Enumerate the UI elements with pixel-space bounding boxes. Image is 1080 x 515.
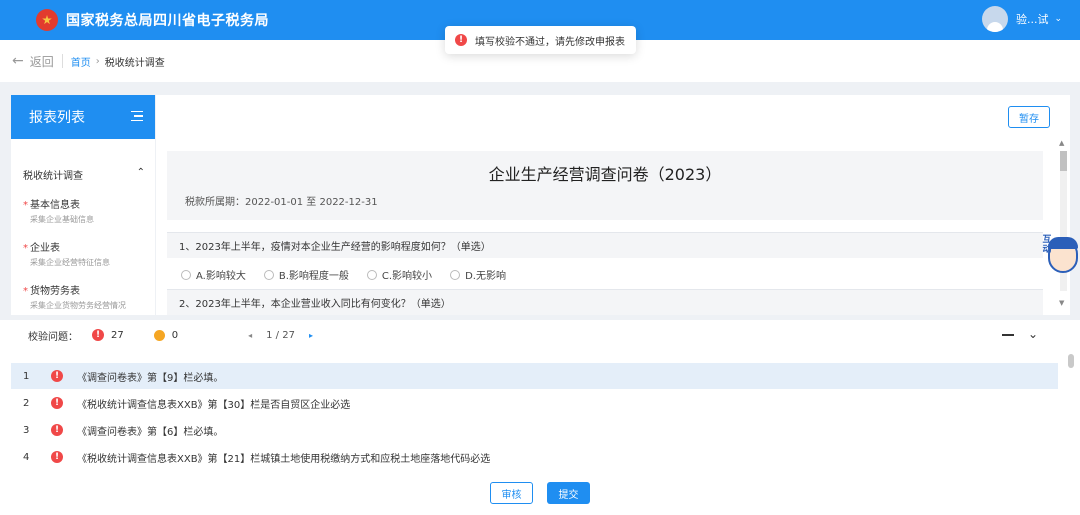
error-toast: ! 填写校验不通过，请先修改申报表 [445, 26, 636, 54]
validation-row[interactable]: 2 ! 《税收统计调查信息表XXB》第【30】栏是否自贸区企业必选 [11, 390, 1058, 416]
user-menu[interactable]: 验...试 ⌄ [981, 6, 1062, 32]
row-message[interactable]: 《调查问卷表》第【9】栏必填。 [77, 369, 223, 384]
sidebar-group-label[interactable]: 税收统计调查 [23, 167, 83, 182]
error-icon: ! [455, 34, 467, 46]
row-message[interactable]: 《税收统计调查信息表XXB》第【30】栏是否自贸区企业必选 [77, 396, 350, 411]
sidebar-item-desc: 采集企业基础信息 [30, 215, 94, 224]
back-label[interactable]: 返回 [30, 53, 54, 70]
option-c[interactable]: C.影响较小 [366, 267, 432, 282]
questionnaire-title: 企业生产经营调查问卷（2023） [488, 165, 722, 184]
radio-button[interactable] [263, 269, 274, 280]
scroll-up-icon[interactable]: ▲ [1059, 139, 1064, 147]
mascot-label[interactable]: 互动 [1040, 235, 1054, 255]
menu-collapse-icon[interactable] [131, 111, 143, 121]
breadcrumb-separator: › [95, 55, 100, 67]
radio-button[interactable] [450, 269, 461, 280]
required-mark: * [23, 200, 28, 211]
question-2: 2、2023年上半年，本企业营业收入同比有何变化？（单选） [167, 289, 1043, 315]
chevron-down-icon[interactable]: ⌄ [1054, 14, 1062, 24]
row-number: 4 [23, 451, 30, 463]
save-draft-button[interactable]: 暂存 [1008, 106, 1050, 128]
submit-button[interactable]: 提交 [547, 482, 590, 504]
required-mark: * [23, 243, 28, 254]
sidebar-title: 报表列表 [29, 110, 85, 126]
sidebar-item-desc: 采集企业经营特征信息 [30, 258, 110, 267]
prev-page-icon[interactable]: ◂ [248, 331, 252, 340]
warning-icon [153, 329, 165, 341]
sidebar-item-desc: 采集企业货物劳务经营情况 [30, 301, 126, 310]
tax-period: 税款所属期：2022-01-01 至 2022-12-31 [185, 197, 378, 208]
sidebar-item-goods-labor[interactable]: * 货物劳务表 采集企业货物劳务经营情况 [11, 282, 155, 311]
avatar-icon[interactable] [981, 6, 1008, 32]
validation-toolbar: 校验问题： ! 27 0 ◂ 1 / 27 ▸ ⌄ [0, 320, 1080, 350]
questionnaire-header: 企业生产经营调查问卷（2023） 税款所属期：2022-01-01 至 2022… [167, 151, 1043, 220]
required-mark: * [23, 286, 28, 297]
chevron-up-icon[interactable]: ⌃ [137, 167, 145, 182]
error-icon: ! [51, 397, 63, 409]
scroll-thumb[interactable] [1060, 151, 1067, 171]
list-scrollbar[interactable] [1068, 354, 1074, 368]
error-icon: ! [51, 451, 63, 463]
site-title: 国家税务总局四川省电子税务局 [66, 13, 269, 29]
error-count[interactable]: ! 27 [92, 329, 124, 341]
row-number: 3 [23, 424, 30, 436]
row-number: 1 [23, 370, 30, 382]
error-icon: ! [51, 370, 63, 382]
radio-button[interactable] [181, 269, 191, 280]
questionnaire-panel: 暂存 企业生产经营调查问卷（2023） 税款所属期：2022-01-01 至 2… [156, 95, 1070, 315]
sidebar-group-tax-survey[interactable]: 税收统计调查 ⌃ [11, 167, 155, 182]
username[interactable]: 验...试 [1016, 11, 1049, 27]
next-page-icon[interactable]: ▸ [309, 331, 313, 340]
breadcrumb-home-link[interactable]: 首页 [71, 54, 91, 69]
page-indicator: 1 / 27 [266, 329, 295, 341]
row-number: 2 [23, 397, 30, 409]
sidebar-item-label[interactable]: 货物劳务表 [30, 286, 80, 297]
error-icon: ! [92, 329, 104, 341]
arrow-left-icon[interactable]: ← [12, 53, 24, 69]
validation-pager: ◂ 1 / 27 ▸ [248, 330, 313, 341]
validation-row[interactable]: 3 ! 《调查问卷表》第【6】栏必填。 [11, 417, 1058, 443]
question-1: 1、2023年上半年，疫情对本企业生产经营的影响程度如何？（单选） [167, 232, 1043, 258]
error-icon: ! [51, 424, 63, 436]
option-d[interactable]: D.无影响 [450, 267, 506, 282]
sidebar-item-basic-info[interactable]: * 基本信息表 采集企业基础信息 [11, 196, 155, 225]
breadcrumb-current: 税收统计调查 [104, 57, 165, 69]
main-scrollbar[interactable]: ▲ ▼ [1058, 139, 1068, 307]
toast-message: 填写校验不通过，请先修改申报表 [475, 36, 625, 48]
row-message[interactable]: 《调查问卷表》第【6】栏必填。 [77, 423, 223, 438]
back-button[interactable]: ← 返回 [12, 53, 54, 70]
validation-row[interactable]: 1 ! 《调查问卷表》第【9】栏必填。 [11, 363, 1058, 389]
tax-emblem-icon [36, 9, 58, 31]
review-button[interactable]: 审核 [490, 482, 533, 504]
report-list-sidebar: 报表列表 税收统计调查 ⌃ * 基本信息表 采集企业基础信息 * 企业表 采集企业经… [11, 95, 155, 315]
option-b[interactable]: B.影响程度一般 [263, 267, 349, 282]
assistant-mascot[interactable]: 互动 [1040, 233, 1080, 277]
sidebar-header: 报表列表 [11, 95, 155, 139]
sidebar-item-label[interactable]: 企业表 [30, 243, 60, 254]
question-1-options: A.影响较大 B.影响程度一般 C.影响较小 D.无影响 [167, 261, 1043, 288]
validation-label: 校验问题： [28, 331, 78, 343]
collapse-icon[interactable]: ⌄ [1026, 327, 1040, 341]
validation-row[interactable]: 4 ! 《税收统计调查信息表XXB》第【21】栏城镇土地使用税缴纳方式和应税土地… [11, 444, 1058, 470]
row-message[interactable]: 《税收统计调查信息表XXB》第【21】栏城镇土地使用税缴纳方式和应税土地座落地代… [77, 450, 490, 465]
scroll-down-icon[interactable]: ▼ [1059, 299, 1064, 307]
minimize-icon[interactable] [1002, 334, 1014, 336]
sidebar-item-enterprise[interactable]: * 企业表 采集企业经营特征信息 [11, 239, 155, 268]
warning-count[interactable]: 0 [153, 329, 178, 341]
radio-button[interactable] [366, 269, 377, 280]
divider [61, 54, 63, 68]
sidebar-item-label[interactable]: 基本信息表 [30, 200, 80, 211]
footer-actions: 审核 提交 [0, 472, 1080, 515]
option-a[interactable]: A.影响较大 [181, 267, 246, 282]
